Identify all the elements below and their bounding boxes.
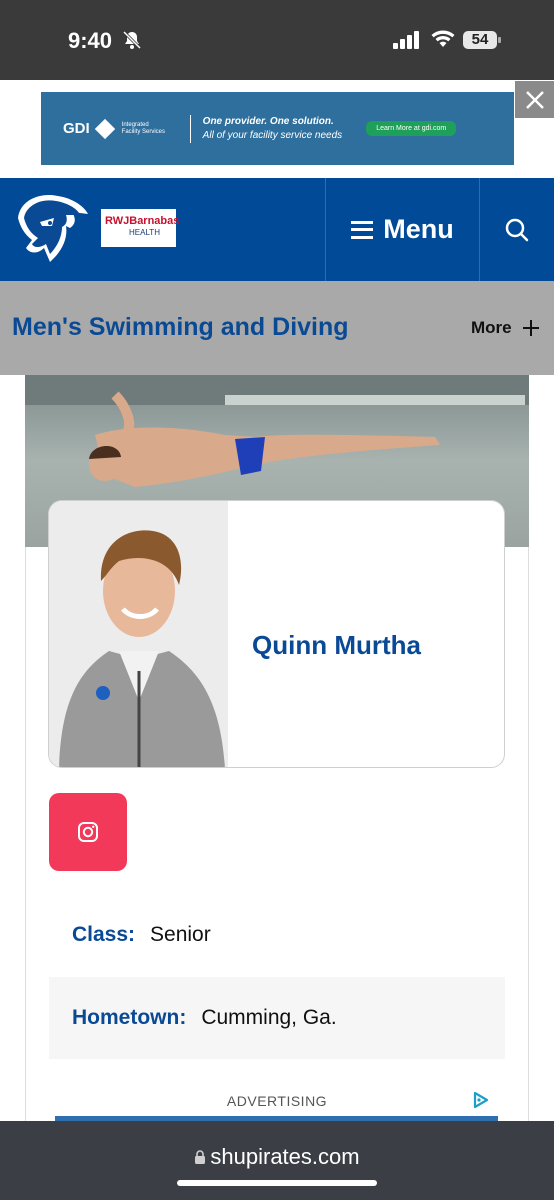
address-bar[interactable]: shupirates.com (0, 1144, 554, 1170)
player-headshot (49, 501, 228, 767)
bell-muted-icon (122, 30, 142, 50)
hamburger-icon (351, 220, 374, 239)
top-ad-bar: GDI Integrated Facility Services One pro… (0, 80, 554, 178)
hometown-value: Cumming, Ga. (201, 1006, 337, 1029)
adchoices-icon[interactable] (470, 1090, 490, 1110)
home-indicator[interactable] (177, 1180, 377, 1186)
battery-level: 54 (471, 31, 489, 48)
battery-icon: 54 (462, 30, 502, 50)
class-value: Senior (150, 923, 211, 946)
ad-tagline-2: All of your facility service needs (202, 129, 343, 141)
player-name: Quinn Murtha (252, 630, 421, 660)
ad-divider (189, 114, 191, 143)
more-label: More (471, 318, 512, 337)
ad-tagline-1: One provider. One solution. (202, 115, 334, 127)
lock-icon (195, 1150, 206, 1164)
top-ad-banner[interactable]: GDI Integrated Facility Services One pro… (41, 92, 514, 165)
hometown-row: Hometown: Cumming, Ga. (49, 977, 505, 1059)
sponsor-name: RWJBarnabas (105, 215, 180, 227)
ad-brand-sub: Integrated Facility Services (121, 121, 166, 135)
cube-icon (94, 118, 115, 139)
class-label: Class: (72, 923, 136, 946)
ad-brand-logo: GDI (63, 118, 115, 139)
menu-button[interactable]: Menu (326, 178, 479, 281)
ad-tagline: One provider. One solution. All of your … (203, 115, 343, 143)
search-button[interactable] (480, 178, 554, 281)
hometown-label: Hometown: (72, 1006, 187, 1029)
ad-close-button[interactable] (515, 81, 554, 118)
ad-cta-button[interactable]: Learn More at gdi.com (366, 121, 457, 136)
search-icon (505, 218, 529, 241)
sport-title[interactable]: Men's Swimming and Diving (12, 313, 349, 342)
menu-label: Menu (383, 214, 454, 244)
instagram-icon (78, 822, 98, 842)
status-time: 9:40 (68, 28, 113, 53)
url-text: shupirates.com (210, 1144, 360, 1169)
instagram-button[interactable] (49, 793, 127, 871)
sponsor-sub: HEALTH (129, 228, 160, 237)
status-bar: 9:40 54 (0, 0, 554, 80)
class-row: Class: Senior (49, 894, 505, 976)
close-icon (525, 90, 544, 109)
ad-brand: GDI (63, 120, 90, 137)
cell-signal-icon (393, 31, 419, 49)
plus-icon (522, 320, 539, 336)
sponsor-logo[interactable]: RWJBarnabas HEALTH (101, 209, 180, 247)
more-button[interactable]: More (471, 318, 540, 338)
pirate-logo-icon[interactable] (10, 188, 92, 270)
wifi-icon (431, 30, 455, 47)
